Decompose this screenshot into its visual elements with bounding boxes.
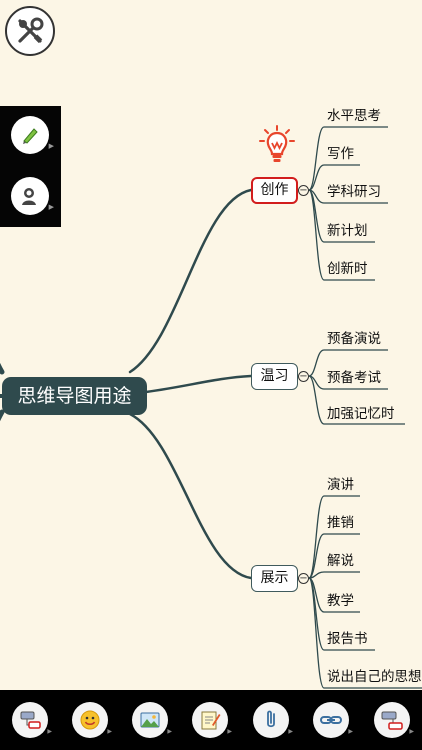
connector-offscreen-upper: [0, 362, 5, 375]
expand-indicator-icon: ▶: [107, 728, 112, 735]
connector-to-chuangzuo: [128, 188, 253, 374]
expand-indicator-icon: ▶: [409, 728, 414, 735]
link-button[interactable]: ▶: [313, 702, 353, 738]
presenter-icon: [22, 188, 36, 205]
note-icon: [201, 711, 221, 730]
subtopic-jieshuo[interactable]: 解说: [327, 552, 354, 570]
expand-indicator-icon: ▶: [227, 728, 232, 735]
subtopic-shuochu-sixiang[interactable]: 说出自己的思想: [327, 668, 422, 686]
child-connector-3-3: [308, 571, 360, 579]
expand-indicator-icon: ▶: [288, 728, 293, 735]
expand-indicator-icon: ▶: [47, 728, 52, 735]
bottom-toolbar: ▶ ▶ ▶ ▶ ▶ ▶ ▶: [0, 690, 422, 750]
subtopic-shuiping-sikao[interactable]: 水平思考: [327, 107, 381, 125]
emoji-icon: [80, 710, 100, 730]
subtopic-yubei-kaoshi[interactable]: 预备考试: [327, 369, 381, 387]
add-topic-button[interactable]: ▶: [12, 702, 52, 738]
lightbulb-icon: [259, 125, 295, 162]
presentation-button[interactable]: ▶: [11, 177, 54, 215]
subtopic-xin-jihua[interactable]: 新计划: [327, 222, 368, 240]
expand-indicator-icon: ▶: [48, 203, 54, 211]
branch-topic-wenxi[interactable]: 温习: [251, 363, 298, 390]
branch-topic-zhanshi[interactable]: 展示: [251, 565, 298, 592]
expand-indicator-icon: ▶: [167, 728, 172, 735]
wrench-icon: [18, 17, 44, 43]
add-subtopic-icon: [381, 711, 403, 730]
add-topic-icon: [20, 711, 41, 729]
subtopic-baogaoshu[interactable]: 报告书: [327, 630, 368, 648]
insert-image-button[interactable]: ▶: [132, 702, 172, 738]
emoji-button[interactable]: ▶: [72, 702, 112, 738]
mindmap-canvas[interactable]: ▶ ▶ 思维导图用途 创作 − 水平思考 写作 学科研习 新计划 创新时 温习 …: [0, 0, 422, 690]
collapse-toggle-chuangzuo[interactable]: −: [298, 185, 309, 196]
subtopic-yubei-yanshuo[interactable]: 预备演说: [327, 330, 381, 348]
connector-to-wenxi: [144, 374, 253, 394]
expand-indicator-icon: ▶: [48, 142, 54, 150]
pen-tool-button[interactable]: ▶: [11, 116, 54, 154]
settings-button[interactable]: [5, 6, 55, 56]
link-icon: [320, 716, 342, 724]
pencil-icon: [23, 128, 38, 144]
subtopic-jiaqiang-jiyi[interactable]: 加强记忆时: [327, 405, 395, 423]
subtopic-yanjiang[interactable]: 演讲: [327, 476, 354, 494]
connector-to-zhanshi: [128, 412, 253, 580]
branch-topic-chuangzuo[interactable]: 创作: [251, 177, 298, 204]
central-topic[interactable]: 思维导图用途: [2, 377, 147, 415]
attachment-button[interactable]: ▶: [253, 702, 293, 738]
add-subtopic-button[interactable]: ▶: [374, 702, 414, 738]
subtopic-jiaoxue[interactable]: 教学: [327, 592, 354, 610]
subtopic-xiezuo[interactable]: 写作: [327, 145, 354, 163]
subtopic-chuangxin-shi[interactable]: 创新时: [327, 260, 368, 278]
side-tool-panel: ▶ ▶: [0, 106, 61, 227]
subtopic-xueke-yanxi[interactable]: 学科研习: [327, 183, 381, 201]
collapse-toggle-zhanshi[interactable]: −: [298, 573, 309, 584]
expand-indicator-icon: ▶: [348, 728, 353, 735]
note-button[interactable]: ▶: [192, 702, 232, 738]
collapse-toggle-wenxi[interactable]: −: [298, 371, 309, 382]
attachment-icon: [267, 710, 275, 728]
image-icon: [140, 712, 160, 728]
connector-offscreen-lower: [0, 409, 5, 422]
subtopic-tuixiao[interactable]: 推销: [327, 514, 354, 532]
